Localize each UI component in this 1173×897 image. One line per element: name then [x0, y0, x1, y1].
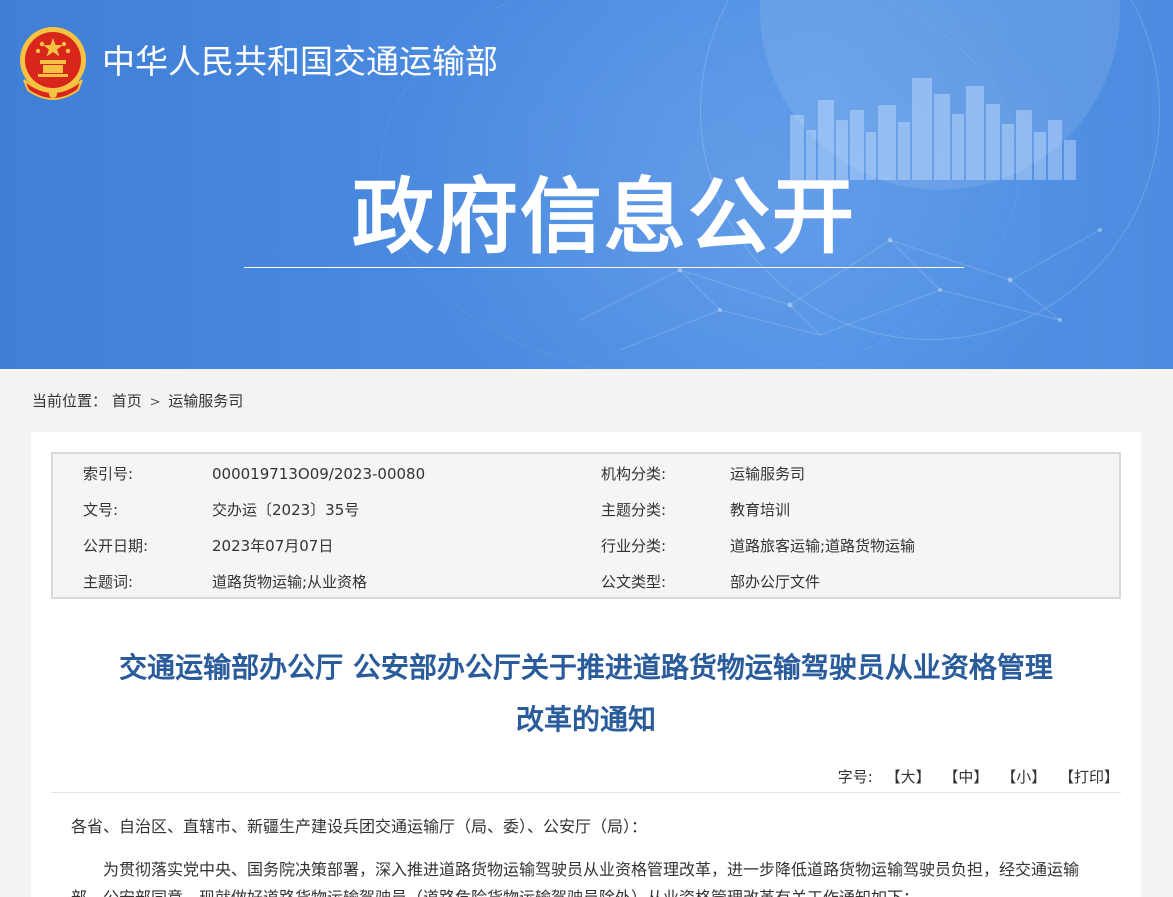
breadcrumb-label: 当前位置： [32, 392, 108, 410]
metadata-value: 运输服务司 [730, 465, 806, 483]
metadata-key: 公开日期: [83, 537, 149, 555]
metadata-value: 000019713O09/2023-00080 [212, 465, 426, 483]
document-title-line2: 改革的通知 [515, 703, 656, 736]
metadata-value: 教育培训 [730, 501, 791, 519]
metadata-key: 机构分类: [601, 465, 667, 483]
metadata-value: 道路旅客运输;道路货物运输 [730, 537, 916, 555]
font-size-large-button[interactable]: 【大】 [886, 768, 931, 786]
metadata-key: 主题分类: [601, 501, 667, 519]
national-emblem-icon [20, 27, 86, 100]
print-button[interactable]: 【打印】 [1059, 768, 1119, 786]
city-skyline-decoration [790, 78, 1076, 180]
header-banner: 中华人民共和国交通运输部 政府信息公开 [0, 0, 1173, 369]
document-metadata-table: 索引号: 000019713O09/2023-00080 机构分类: 运输服务司… [51, 452, 1121, 599]
ministry-name: 中华人民共和国交通运输部 [102, 42, 498, 81]
metadata-row: 主题词: 道路货物运输;从业资格 公文类型: 部办公厅文件 [53, 564, 1119, 600]
metadata-key: 索引号: [83, 465, 134, 483]
document-title: 交通运输部办公厅 公安部办公厅关于推进道路货物运输驾驶员从业资格管理 改革的通知 [31, 642, 1141, 746]
breadcrumb: 当前位置： 首页 > 运输服务司 [32, 390, 243, 414]
breadcrumb-current-link[interactable]: 运输服务司 [168, 392, 243, 410]
document-paragraph: 为贯彻落实党中央、国务院决策部署，深入推进道路货物运输驾驶员从业资格管理改革，进… [71, 860, 1080, 897]
metadata-value: 交办运〔2023〕35号 [212, 501, 360, 519]
metadata-value: 2023年07月07日 [212, 537, 334, 555]
banner-title: 政府信息公开 [351, 170, 856, 265]
metadata-row: 文号: 交办运〔2023〕35号 主题分类: 教育培训 [53, 492, 1119, 528]
metadata-row: 公开日期: 2023年07月07日 行业分类: 道路旅客运输;道路货物运输 [53, 528, 1119, 564]
document-title-line1: 交通运输部办公厅 公安部办公厅关于推进道路货物运输驾驶员从业资格管理 [119, 651, 1053, 684]
metadata-key: 主题词: [83, 573, 134, 591]
banner-title-underline [244, 267, 964, 268]
breadcrumb-home-link[interactable]: 首页 [112, 392, 142, 410]
font-size-medium-button[interactable]: 【中】 [943, 768, 988, 786]
breadcrumb-separator: > [149, 395, 161, 410]
metadata-key: 文号: [83, 501, 119, 519]
font-size-small-button[interactable]: 【小】 [1001, 768, 1046, 786]
metadata-key: 公文类型: [601, 573, 667, 591]
font-size-label: 字号: [837, 768, 873, 786]
content-card: 索引号: 000019713O09/2023-00080 机构分类: 运输服务司… [31, 432, 1141, 897]
content-divider [51, 792, 1121, 793]
metadata-value: 部办公厅文件 [730, 573, 821, 591]
metadata-row: 索引号: 000019713O09/2023-00080 机构分类: 运输服务司 [53, 456, 1119, 492]
metadata-key: 行业分类: [601, 537, 667, 555]
font-size-tools: 字号: 【大】 【中】 【小】 【打印】 [838, 766, 1119, 788]
document-salutation: 各省、自治区、直辖市、新疆生产建设兵团交通运输厅（局、委）、公安厅（局）： [71, 817, 648, 836]
metadata-value: 道路货物运输;从业资格 [212, 573, 368, 591]
